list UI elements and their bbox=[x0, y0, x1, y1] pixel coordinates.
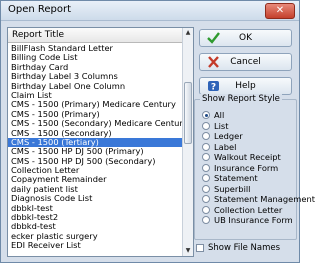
report-style-option[interactable]: Walkout Receipt bbox=[202, 152, 315, 163]
radio-button[interactable] bbox=[202, 132, 210, 140]
report-style-option[interactable]: List bbox=[202, 121, 315, 132]
report-style-option-label: Insurance Form bbox=[214, 162, 279, 173]
cancel-button[interactable]: Cancel bbox=[199, 53, 292, 71]
report-style-option-label: Statement bbox=[214, 173, 258, 183]
report-style-options: All List Ledger Label Walkout Receipt Insuran… bbox=[202, 110, 315, 226]
report-style-option-label: Superbill bbox=[214, 183, 251, 194]
window-title: Open Report bbox=[8, 4, 72, 15]
report-list-item[interactable]: CMS - 1500 HP DJ 500 (Secondary) bbox=[8, 157, 182, 166]
report-style-option-label: UB Insurance Form bbox=[214, 215, 293, 225]
ok-label: OK bbox=[239, 33, 252, 43]
report-list-item[interactable]: Birthday Card bbox=[8, 63, 182, 72]
report-list-item[interactable]: EDI Receiver List bbox=[8, 241, 182, 250]
report-list-rows: BillFlash Standard Letter Billing Code Li… bbox=[8, 44, 182, 251]
report-list-item[interactable]: daily patient list bbox=[8, 185, 182, 194]
report-style-option[interactable]: Insurance Form bbox=[202, 163, 315, 174]
report-list-item[interactable]: CMS - 1500 (Secondary) Medicare Century bbox=[8, 119, 182, 128]
report-list-item[interactable]: dbbkl-test bbox=[8, 204, 182, 213]
report-style-option[interactable]: All bbox=[202, 110, 315, 121]
radio-button[interactable] bbox=[202, 142, 210, 151]
report-style-option-label: All bbox=[214, 110, 225, 120]
report-style-option-label: Label bbox=[214, 141, 237, 152]
radio-button[interactable] bbox=[202, 163, 210, 172]
report-list-item[interactable]: CMS - 1500 (Primary) Medicare Century bbox=[8, 100, 182, 109]
radio-button[interactable] bbox=[202, 205, 210, 214]
report-title-column-header[interactable]: Report Title bbox=[8, 28, 182, 43]
radio-button[interactable] bbox=[202, 195, 210, 203]
report-style-option-label: Statement Management bbox=[214, 194, 315, 204]
ok-button[interactable]: OK bbox=[199, 29, 292, 47]
help-button[interactable]: ? Help bbox=[199, 77, 292, 95]
report-list-item[interactable]: dbbkl-test2 bbox=[8, 213, 182, 222]
radio-button[interactable] bbox=[202, 184, 210, 193]
report-style-option[interactable]: Superbill bbox=[202, 184, 315, 195]
report-list-item[interactable]: CMS - 1500 (Tertiary) bbox=[8, 137, 182, 148]
radio-button[interactable] bbox=[202, 111, 210, 119]
report-list-item[interactable]: Copayment Remainder bbox=[8, 175, 182, 184]
report-list-item[interactable]: CMS - 1500 HP DJ 500 (Primary) bbox=[8, 147, 182, 156]
report-list-item[interactable]: CMS - 1500 (Secondary) bbox=[8, 129, 182, 138]
open-report-dialog: Open Report ✕ Report Title BillFlash Sta… bbox=[0, 0, 315, 263]
scroll-down-icon[interactable]: ▼ bbox=[183, 246, 193, 256]
report-style-option-label: Walkout Receipt bbox=[214, 152, 281, 162]
close-icon: ✕ bbox=[275, 5, 285, 16]
report-list-item[interactable]: Claim List bbox=[8, 91, 182, 100]
report-style-option[interactable]: Statement bbox=[202, 173, 315, 184]
radio-button[interactable] bbox=[202, 174, 210, 182]
report-style-title: Show Report Style bbox=[200, 94, 282, 104]
report-list-item[interactable]: BillFlash Standard Letter bbox=[8, 44, 182, 53]
report-style-option[interactable]: Label bbox=[202, 142, 315, 153]
help-label: Help bbox=[235, 81, 256, 91]
report-style-option[interactable]: UB Insurance Form bbox=[202, 215, 315, 226]
report-style-option[interactable]: Statement Management bbox=[202, 194, 315, 205]
report-list-item[interactable]: Diagnosis Code List bbox=[8, 194, 182, 203]
report-style-option-label: List bbox=[214, 120, 229, 131]
report-style-option[interactable]: Ledger bbox=[202, 131, 315, 142]
show-file-names-label: Show File Names bbox=[208, 243, 281, 253]
report-list[interactable]: Report Title BillFlash Standard Letter Bi… bbox=[7, 27, 194, 257]
report-style-group: Show Report Style All List Ledger Label Walk… bbox=[194, 94, 315, 240]
report-style-option-label: Collection Letter bbox=[214, 204, 283, 215]
cancel-label: Cancel bbox=[230, 57, 261, 67]
report-style-option[interactable]: Collection Letter bbox=[202, 205, 315, 216]
checkbox-box[interactable] bbox=[196, 244, 204, 252]
report-list-item[interactable]: dbbkd-test bbox=[8, 222, 182, 231]
report-list-item[interactable]: Collection Letter bbox=[8, 166, 182, 175]
report-list-item[interactable]: Birthday Label 3 Columns bbox=[8, 72, 182, 81]
report-list-item[interactable]: CMS - 1500 (Primary) bbox=[8, 110, 182, 119]
scroll-up-icon[interactable]: ▲ bbox=[183, 28, 193, 38]
report-list-item[interactable]: ecker plastic surgery bbox=[8, 232, 182, 241]
radio-button[interactable] bbox=[202, 153, 210, 161]
report-list-item[interactable]: Birthday Label One Column bbox=[8, 82, 182, 91]
report-list-item[interactable]: Billing Code List bbox=[8, 53, 182, 62]
scroll-thumb[interactable] bbox=[184, 82, 192, 144]
title-bar[interactable]: Open Report ✕ bbox=[1, 1, 299, 21]
vertical-scrollbar[interactable]: ▲ ▼ bbox=[182, 28, 193, 256]
radio-button[interactable] bbox=[202, 216, 210, 224]
report-style-option-label: Ledger bbox=[214, 131, 243, 141]
show-file-names-checkbox[interactable]: Show File Names bbox=[196, 243, 280, 254]
close-button[interactable]: ✕ bbox=[265, 3, 295, 19]
radio-button[interactable] bbox=[202, 121, 210, 130]
